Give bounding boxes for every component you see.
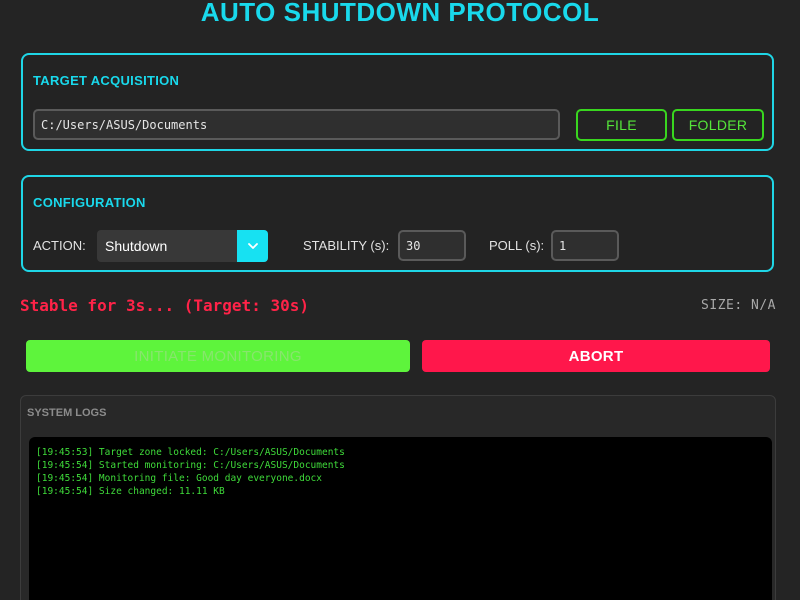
target-acquisition-title: TARGET ACQUISITION [33, 73, 180, 88]
configuration-title: CONFIGURATION [33, 195, 146, 210]
configuration-panel: CONFIGURATION ACTION: Shutdown STABILITY… [21, 175, 774, 272]
stability-input[interactable] [398, 230, 466, 261]
file-button[interactable]: FILE [576, 109, 667, 141]
folder-button[interactable]: FOLDER [672, 109, 764, 141]
initiate-monitoring-button[interactable]: INITIATE MONITORING [26, 340, 410, 372]
stability-status: Stable for 3s... (Target: 30s) [20, 296, 309, 315]
app-window: AUTO SHUTDOWN PROTOCOL TARGET ACQUISITIO… [0, 0, 800, 600]
system-logs-panel: SYSTEM LOGS [19:45:53] Target zone locke… [20, 395, 776, 600]
log-line: [19:45:54] Monitoring file: Good day eve… [36, 473, 322, 484]
stability-label: STABILITY (s): [303, 238, 390, 253]
log-line: [19:45:54] Size changed: 11.11 KB [36, 486, 225, 497]
abort-button[interactable]: ABORT [422, 340, 770, 372]
log-output[interactable]: [19:45:53] Target zone locked: C:/Users/… [29, 437, 772, 600]
target-acquisition-panel: TARGET ACQUISITION FILE FOLDER [21, 53, 774, 151]
log-line: [19:45:53] Target zone locked: C:/Users/… [36, 447, 345, 458]
log-line: [19:45:54] Started monitoring: C:/Users/… [36, 460, 345, 471]
action-label: ACTION: [33, 238, 86, 253]
chevron-down-icon [247, 243, 258, 249]
size-readout: SIZE: N/A [701, 298, 776, 313]
poll-input[interactable] [551, 230, 619, 261]
app-title: AUTO SHUTDOWN PROTOCOL [200, 0, 600, 27]
dropdown-button[interactable] [237, 230, 268, 262]
action-select[interactable]: Shutdown [97, 230, 268, 262]
poll-label: POLL (s): [489, 238, 545, 253]
system-logs-title: SYSTEM LOGS [27, 407, 107, 419]
action-select-value: Shutdown [105, 238, 168, 254]
target-path-input[interactable] [33, 109, 560, 140]
